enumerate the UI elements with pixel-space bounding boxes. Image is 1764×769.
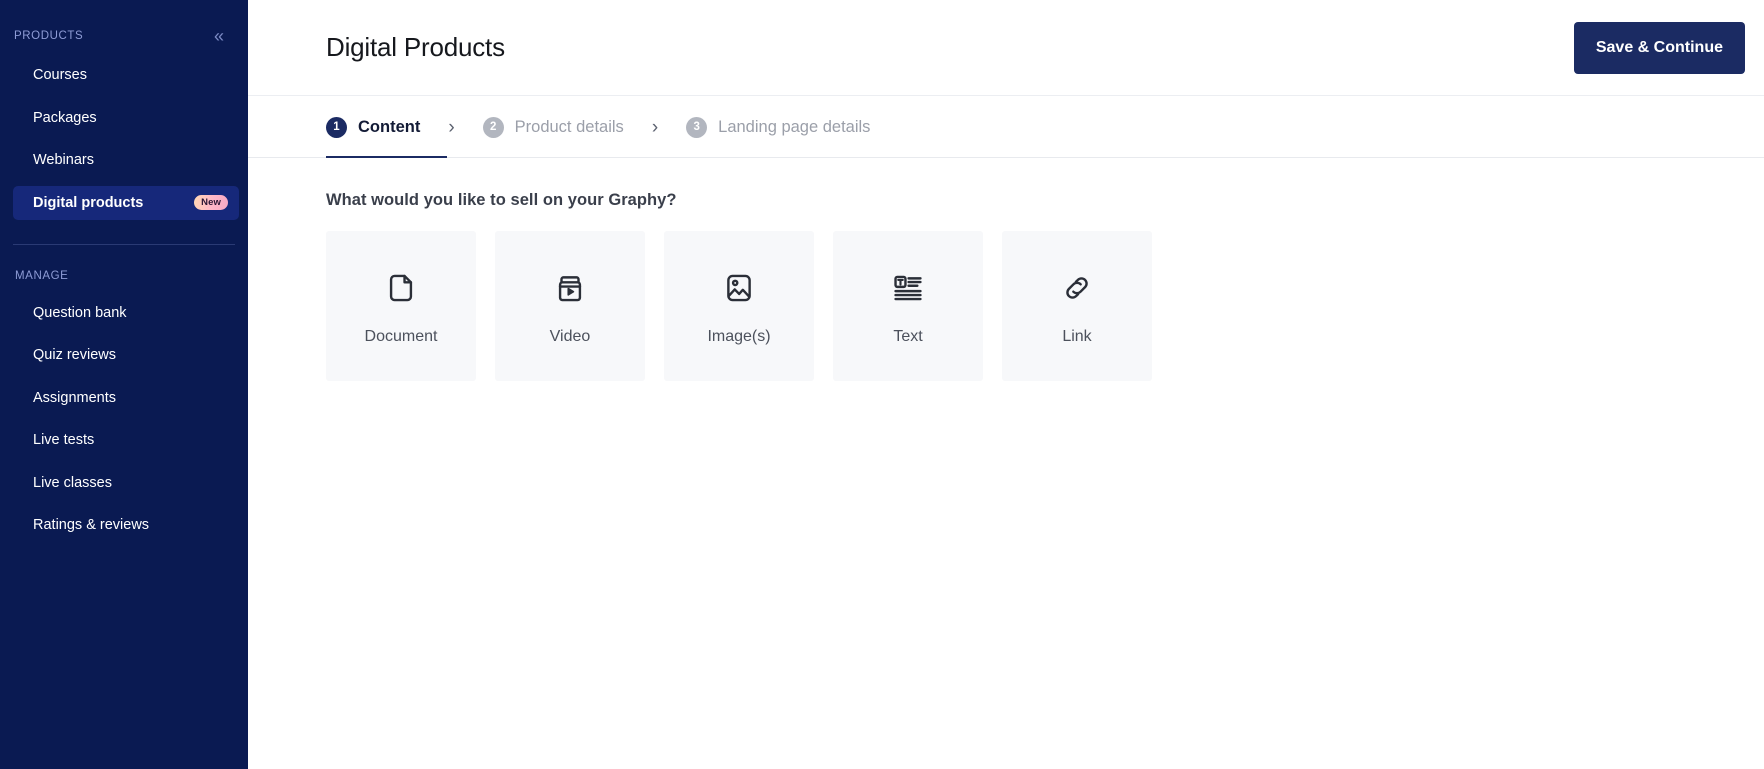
content-type-card-video[interactable]: Video — [495, 231, 645, 381]
sidebar-header: PRODUCTS « — [0, 0, 248, 46]
sidebar-manage-header: MANAGE — [0, 245, 248, 284]
sidebar-item-live-classes[interactable]: Live classes — [13, 466, 239, 500]
link-icon — [1057, 268, 1097, 308]
page-header: Digital Products Save & Continue — [248, 0, 1764, 96]
content-type-card-row: Document Video Image(s) Text Link — [326, 231, 1764, 381]
sidebar-item-label: Live classes — [33, 474, 112, 491]
step-label: Content — [358, 117, 421, 136]
content-type-label: Link — [1062, 327, 1092, 345]
step-number-badge: 2 — [482, 116, 504, 138]
main-area: Digital Products Save & Continue 1 Conte… — [248, 0, 1764, 769]
sidebar-section-products: PRODUCTS — [14, 30, 84, 42]
step-landing-page-details[interactable]: 3 Landing page details — [686, 96, 870, 158]
step-number-badge: 1 — [326, 116, 347, 138]
content-type-label: Image(s) — [707, 327, 771, 345]
sidebar-item-label: Quiz reviews — [33, 347, 116, 363]
save-and-continue-button[interactable]: Save & Continue — [1573, 21, 1745, 74]
double-chevron-left-icon[interactable]: « — [210, 25, 226, 47]
text-icon — [888, 268, 928, 308]
step-label: Product details — [514, 117, 624, 136]
stepper-divider — [248, 157, 1764, 158]
content-type-card-images[interactable]: Image(s) — [664, 231, 814, 381]
sidebar-item-label: Packages — [33, 109, 97, 126]
stepper-active-indicator — [326, 155, 447, 158]
sidebar-item-webinars[interactable]: Webinars — [13, 143, 239, 177]
sidebar-item-live-tests[interactable]: Live tests — [13, 423, 239, 457]
sidebar-item-question-bank[interactable]: Question bank — [13, 296, 239, 330]
content-type-card-link[interactable]: Link — [1002, 231, 1152, 381]
step-product-details[interactable]: 2 Product details — [482, 96, 624, 158]
chevron-right-icon: › — [448, 116, 455, 138]
sidebar-item-label: Assignments — [33, 389, 117, 406]
sidebar-item-label: Ratings & reviews — [33, 517, 150, 533]
step-label: Landing page details — [718, 117, 871, 136]
sidebar-item-courses[interactable]: Courses — [13, 58, 239, 92]
content-type-label: Text — [893, 327, 923, 345]
content-type-card-document[interactable]: Document — [326, 231, 476, 381]
sidebar-item-label: Live tests — [33, 432, 95, 448]
document-icon — [381, 268, 421, 308]
chevron-right-icon: › — [651, 116, 659, 138]
sidebar-item-packages[interactable]: Packages — [13, 101, 239, 135]
sidebar-manage-nav: Question bank Quiz reviews Assignments L… — [0, 296, 248, 543]
sidebar: PRODUCTS « Courses Packages Webinars Dig… — [0, 0, 248, 769]
content-question: What would you like to sell on your Grap… — [326, 191, 677, 209]
app-root: PRODUCTS « Courses Packages Webinars Dig… — [0, 0, 1764, 769]
stepper-container: 1 Content › 2 Product details › 3 Landin… — [248, 96, 1764, 158]
stepper: 1 Content › 2 Product details › 3 Landin… — [326, 96, 1764, 158]
sidebar-section-manage: MANAGE — [15, 269, 69, 282]
sidebar-item-label: Question bank — [33, 304, 127, 321]
content-type-label: Video — [549, 327, 591, 345]
new-badge: New — [194, 195, 228, 210]
sidebar-item-label: Digital products — [33, 194, 144, 211]
step-number-badge: 3 — [686, 116, 708, 138]
sidebar-products-nav: Courses Packages Webinars Digital produc… — [0, 58, 248, 220]
image-icon — [719, 268, 759, 308]
content-type-card-text[interactable]: Text — [833, 231, 983, 381]
sidebar-item-assignments[interactable]: Assignments — [13, 381, 239, 415]
sidebar-item-label: Courses — [33, 67, 87, 83]
video-icon — [550, 268, 590, 308]
sidebar-item-label: Webinars — [33, 152, 94, 168]
step-content[interactable]: 1 Content — [326, 96, 420, 158]
content-type-label: Document — [364, 327, 438, 345]
sidebar-item-digital-products[interactable]: Digital products New — [13, 185, 239, 220]
content-area: What would you like to sell on your Grap… — [248, 158, 1764, 381]
sidebar-item-ratings-reviews[interactable]: Ratings & reviews — [13, 508, 239, 542]
sidebar-item-quiz-reviews[interactable]: Quiz reviews — [13, 338, 239, 372]
page-title: Digital Products — [326, 32, 505, 62]
